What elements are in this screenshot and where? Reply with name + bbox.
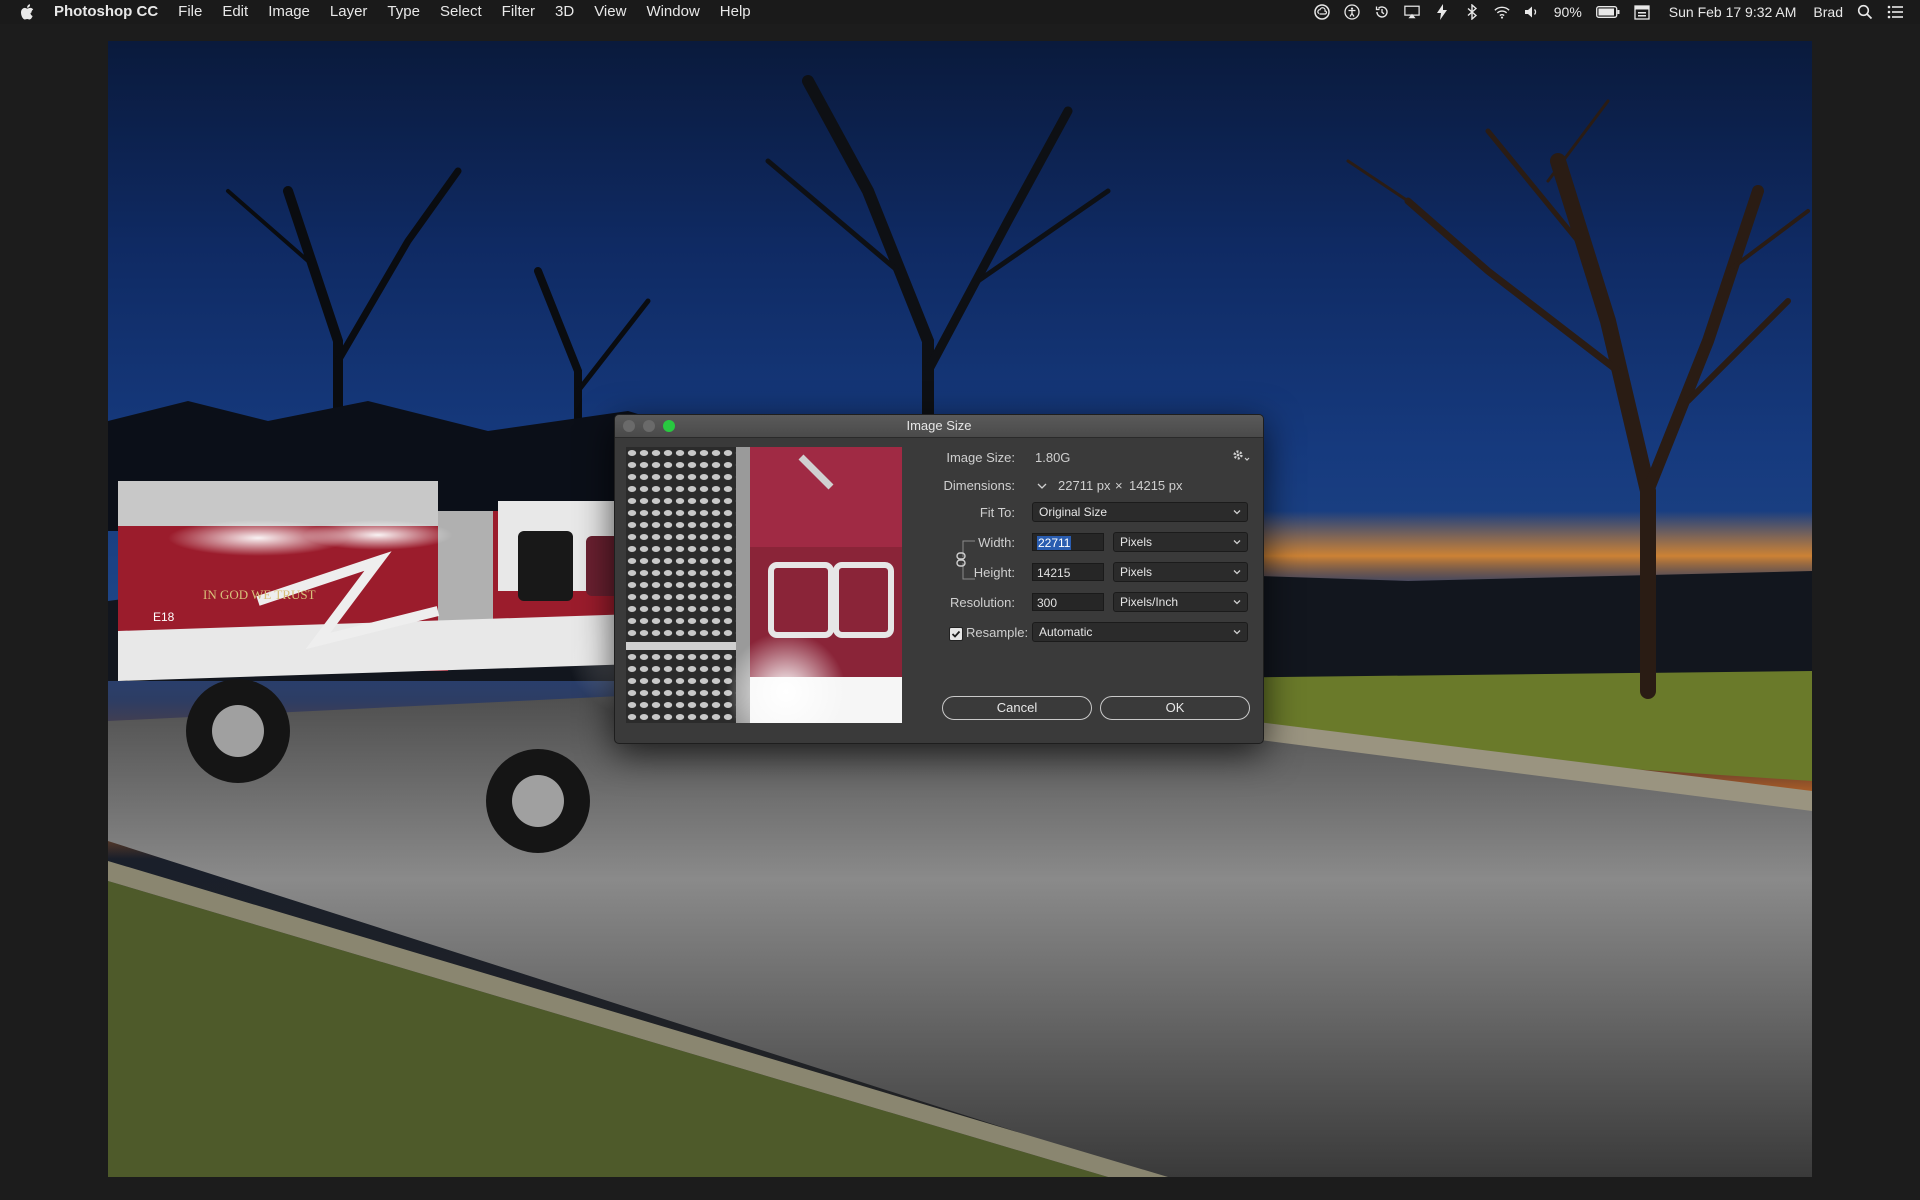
height-unit-dropdown[interactable]: Pixels [1113,562,1248,582]
width-input[interactable]: 22711 [1032,533,1104,551]
resample-checkbox[interactable] [949,627,963,641]
dialog-title: Image Size [906,418,972,433]
height-input[interactable]: 14215 [1032,563,1104,581]
truck-slogan: IN GOD WE TRUST [203,587,316,602]
window-close-button[interactable] [623,420,635,432]
resample-method-dropdown[interactable]: Automatic [1032,622,1248,642]
height-input-value: 14215 [1037,566,1071,580]
menu-image[interactable]: Image [258,0,320,24]
preview-illustration [626,447,902,723]
width-input-value: 22711 [1037,536,1072,550]
menu-select[interactable]: Select [430,0,492,24]
dimensions-height-value: 14215 px [1129,478,1183,493]
image-size-value: 1.80G [1035,450,1071,465]
dimensions-units-dropdown-icon[interactable] [1035,479,1049,493]
menu-window[interactable]: Window [636,0,709,24]
settings-gear-icon[interactable] [1231,448,1251,464]
menu-edit[interactable]: Edit [212,0,258,24]
resolution-label: Resolution: [949,595,1015,610]
menu-filter[interactable]: Filter [492,0,545,24]
chevron-down-icon [1233,600,1241,605]
bluetooth-icon[interactable] [1464,4,1480,20]
menu-bar: Photoshop CC File Edit Image Layer Type … [0,0,1920,24]
ok-button[interactable]: OK [1100,696,1250,720]
menubar-user[interactable]: Brad [1813,4,1843,20]
width-unit-dropdown[interactable]: Pixels [1113,532,1248,552]
app-menu: Photoshop CC File Edit Image Layer Type … [54,0,761,24]
width-unit-value: Pixels [1120,535,1153,549]
checkmark-icon [951,630,961,638]
chevron-down-icon [1233,630,1241,635]
airplay-icon[interactable] [1404,4,1420,20]
window-minimize-button[interactable] [643,420,655,432]
cancel-button[interactable]: Cancel [942,696,1092,720]
menu-help[interactable]: Help [710,0,761,24]
height-label: Height: [973,565,1015,580]
dimensions-times-sign: × [1115,478,1123,493]
menu-view[interactable]: View [584,0,636,24]
menu-3d[interactable]: 3D [545,0,584,24]
menu-app-name[interactable]: Photoshop CC [54,0,168,24]
battery-percent[interactable]: 90% [1554,4,1582,20]
spotlight-search-icon[interactable] [1857,4,1873,20]
fit-to-label: Fit To: [979,505,1015,520]
accessibility-icon[interactable] [1344,4,1360,20]
chevron-down-icon [1233,540,1241,545]
image-size-label: Image Size: [946,450,1015,465]
image-preview[interactable] [626,447,902,723]
menu-type[interactable]: Type [377,0,430,24]
apple-icon[interactable] [20,4,38,20]
resolution-input[interactable]: 300 [1032,593,1104,611]
menubar-clock[interactable]: Sun Feb 17 9:32 AM [1669,4,1797,20]
resolution-unit-dropdown[interactable]: Pixels/Inch [1113,592,1248,612]
chevron-down-icon [1233,510,1241,515]
volume-icon[interactable] [1524,4,1540,20]
resolution-unit-value: Pixels/Inch [1120,595,1179,609]
battery-icon[interactable] [1595,4,1620,20]
calendar-icon[interactable] [1634,4,1650,20]
resample-label[interactable]: Resample: [966,625,1028,640]
status-menus: 90% Sun Feb 17 9:32 AM Brad [1307,0,1910,24]
resolution-input-value: 300 [1037,596,1058,610]
dimensions-width-value: 22711 px [1058,478,1111,493]
menu-file[interactable]: File [168,0,212,24]
image-size-dialog: Image Size Image Size: 1.80G Dimensions:… [614,414,1264,744]
truck-unit-number: E18 [153,610,175,624]
window-zoom-button[interactable] [663,420,675,432]
dialog-titlebar[interactable]: Image Size [615,415,1263,438]
wifi-icon[interactable] [1494,4,1510,20]
resample-method-value: Automatic [1039,625,1093,639]
fit-to-value: Original Size [1039,505,1108,519]
chevron-down-icon [1233,570,1241,575]
fit-to-dropdown[interactable]: Original Size [1032,502,1248,522]
creative-cloud-icon[interactable] [1314,4,1330,20]
dimensions-label: Dimensions: [943,478,1015,493]
height-unit-value: Pixels [1120,565,1153,579]
menu-layer[interactable]: Layer [320,0,378,24]
time-machine-icon[interactable] [1374,4,1390,20]
notification-center-icon[interactable] [1887,4,1903,20]
power-icon[interactable] [1434,4,1450,20]
